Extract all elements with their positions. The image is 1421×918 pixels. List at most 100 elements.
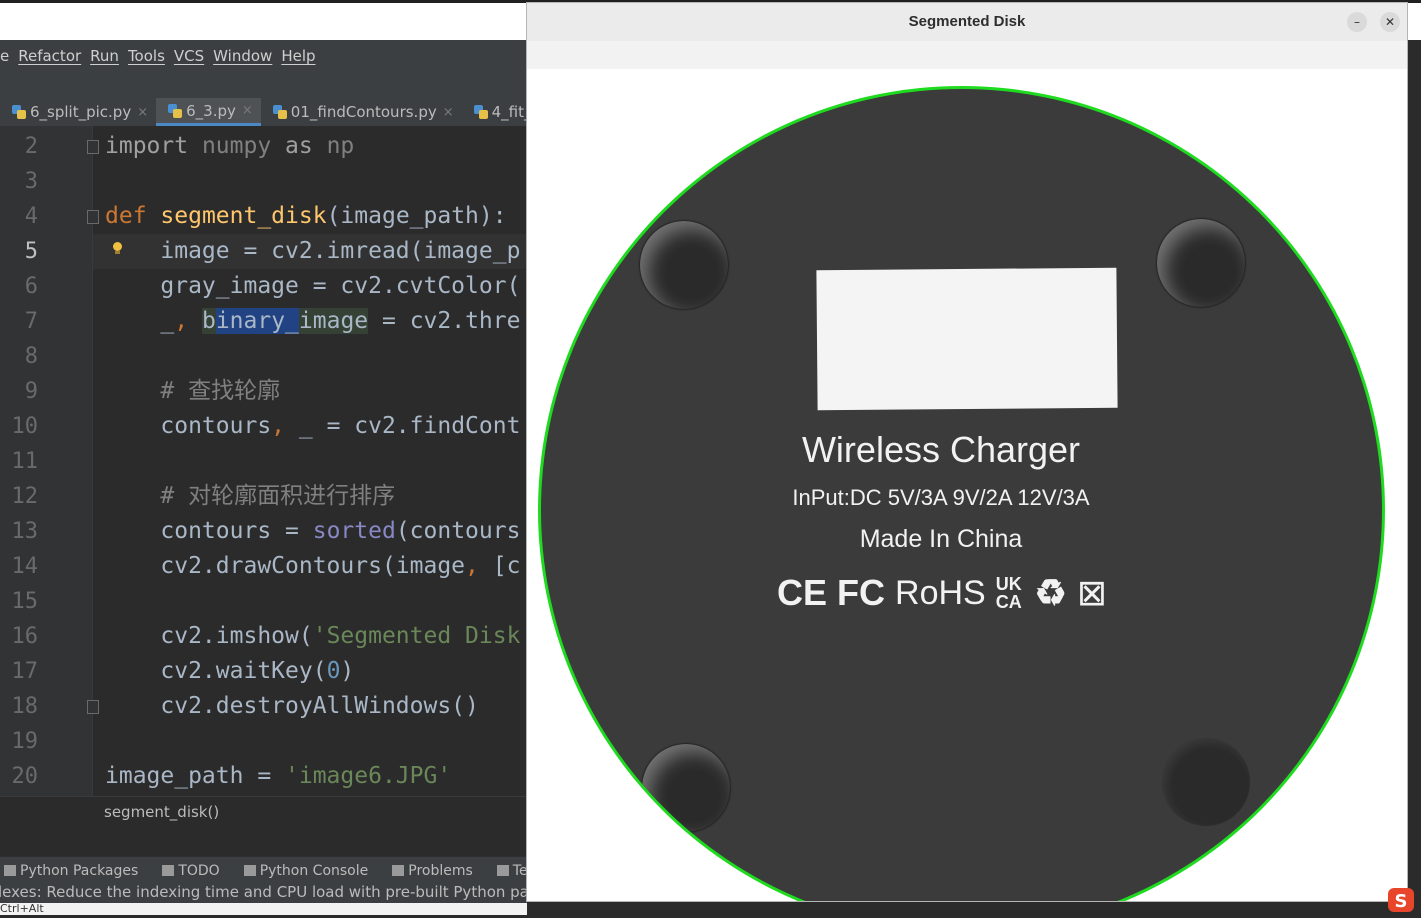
image-canvas[interactable]: Wireless Charger InPut:DC 5V/3A 9V/2A 12… (527, 69, 1407, 901)
code-token: , (271, 413, 299, 439)
fold-marker[interactable] (87, 140, 99, 154)
line-number: 19 (11, 729, 39, 754)
rohs-mark-icon: RoHS (895, 573, 986, 612)
code-token: cv2.imshow( (105, 623, 313, 649)
code-token: def (105, 203, 147, 229)
line-number: 11 (11, 449, 39, 474)
code-token: image (298, 308, 369, 334)
code-token: cv2.waitKey( (105, 658, 327, 684)
code-editor[interactable]: 2 3 4 5 6 7 8 9 10 11 12 13 14 15 16 17 … (0, 126, 527, 796)
rubber-foot (642, 744, 730, 832)
python-packages-button[interactable]: Python Packages (4, 863, 138, 879)
fold-marker[interactable] (87, 210, 99, 224)
code-token: segment_disk (160, 203, 327, 229)
terminal-button[interactable]: Terminal (496, 863, 527, 879)
line-number: 9 (24, 379, 38, 404)
menu-refactor[interactable]: Refactor (18, 47, 81, 65)
code-line-20: image_path = 'image6.JPG' (105, 759, 451, 794)
tab-label: 4_fit_arc. (491, 103, 527, 121)
code-line-18: cv2.destroyAllWindows() (105, 693, 479, 719)
tool-window-label: Python Packages (20, 862, 139, 879)
line-number: 17 (11, 659, 39, 684)
code-token: _ = cv2.findCont (298, 413, 521, 439)
line-number: 14 (11, 554, 39, 579)
code-token: contours (105, 413, 272, 439)
image-window: Segmented Disk – ✕ Wireless Charger InPu… (526, 2, 1408, 902)
line-number: 18 (11, 694, 39, 719)
fold-marker[interactable] (87, 700, 99, 714)
menu-vcs[interactable]: VCS (174, 47, 204, 65)
python-file-icon (168, 103, 183, 118)
tool-window-bar: Python Packages TODO Python Console Prob… (0, 856, 527, 884)
line-number: 16 (11, 624, 39, 649)
weee-bin-icon: ⊠ (1076, 572, 1107, 613)
window-title: Segmented Disk (908, 13, 1026, 30)
code-line-5: image = cv2.imread(image_p (105, 238, 521, 264)
code-token: , (465, 553, 493, 579)
python-file-icon (473, 105, 488, 119)
close-icon[interactable]: × (242, 103, 253, 118)
menu-bar: e Refactor Run Tools VCS Window Help (0, 40, 527, 72)
breadcrumb-function[interactable]: segment_disk() (104, 803, 219, 821)
code-token: as (285, 133, 313, 159)
code-line-6: gray_image = cv2.cvtColor( (105, 273, 521, 299)
ukca-mark-icon: UK CA (995, 574, 1022, 612)
code-token: , (174, 308, 202, 334)
input-method-icon[interactable]: S (1386, 886, 1416, 914)
tab-4-fit-arc[interactable]: 4_fit_arc. (462, 98, 527, 126)
python-console-button[interactable]: Python Console (243, 862, 369, 879)
python-file-icon (272, 105, 287, 119)
menu-run[interactable]: Run (90, 47, 119, 65)
menu-edit[interactable]: e (0, 47, 9, 65)
line-number: 12 (11, 484, 39, 509)
tool-window-label: Problems (408, 862, 473, 879)
tab-6-split-pic[interactable]: 6_split_pic.py × (0, 98, 156, 126)
code-token: numpy (188, 133, 286, 159)
menu-help[interactable]: Help (281, 47, 315, 65)
window-titlebar[interactable]: Segmented Disk – ✕ (527, 3, 1407, 42)
recycle-icon: ♻ (1034, 572, 1067, 613)
minimize-button[interactable]: – (1347, 12, 1367, 32)
line-number: 13 (11, 519, 39, 544)
code-line-7: _, binary_image = cv2.thre (105, 304, 520, 339)
code-token: b (201, 308, 216, 334)
rubber-foot (640, 221, 728, 309)
code-token: sorted (312, 518, 396, 544)
status-message[interactable]: lexes: Reduce the indexing time and CPU … (0, 883, 527, 901)
line-number: 7 (24, 309, 38, 334)
menu-tools[interactable]: Tools (128, 47, 165, 65)
packages-icon (4, 865, 16, 876)
tab-label: 6_3.py (186, 101, 236, 120)
code-selection: inary_ (215, 308, 299, 334)
window-toolbar-area (527, 41, 1407, 69)
white-sticker (816, 267, 1118, 411)
code-token: (image_path): (326, 203, 507, 229)
rubber-foot (1157, 219, 1245, 307)
tool-window-label: Python Console (259, 862, 369, 879)
tab-6-3[interactable]: 6_3.py × (156, 98, 261, 126)
navigation-bar (0, 72, 527, 99)
close-icon[interactable]: × (137, 105, 148, 120)
rubber-foot (1162, 738, 1250, 826)
todo-button[interactable]: TODO (162, 863, 220, 879)
menu-window[interactable]: Window (213, 47, 272, 65)
fcc-mark-icon: FC (837, 572, 886, 613)
close-icon[interactable]: × (443, 105, 454, 120)
code-line-2: import numpy as np (105, 129, 354, 164)
problems-button[interactable]: Problems (392, 863, 473, 879)
code-line-4: def segment_disk(image_path): (105, 199, 507, 234)
svg-text:S: S (1395, 891, 1408, 912)
close-button[interactable]: ✕ (1380, 12, 1400, 32)
code-line-16: cv2.imshow('Segmented Disk (105, 619, 520, 654)
line-number: 5 (24, 239, 38, 264)
line-number: 2 (24, 134, 38, 159)
code-token: 'image6.JPG' (285, 763, 452, 789)
tab-label: 6_split_pic.py (30, 103, 132, 121)
origin-text: Made In China (859, 525, 1023, 553)
line-number: 15 (11, 589, 39, 614)
tab-01-findcontours[interactable]: 01_findContours.py × (261, 98, 462, 126)
line-number: 10 (11, 414, 39, 439)
code-token: ) (340, 658, 355, 684)
code-line-9: # 查找轮廓 (105, 378, 281, 404)
